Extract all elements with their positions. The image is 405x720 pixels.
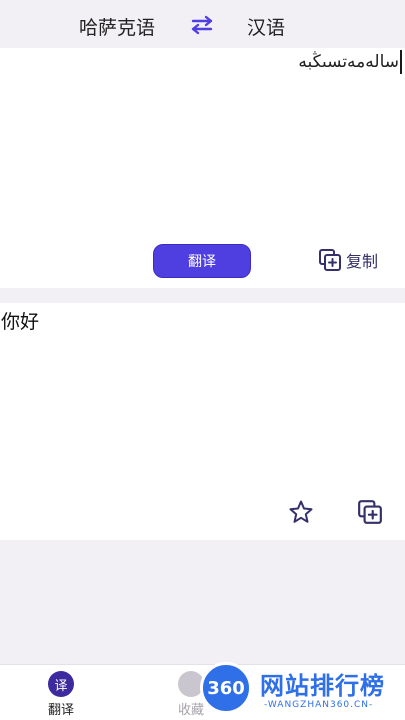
tab-favorites-label: 收藏: [178, 703, 205, 718]
source-language-label[interactable]: 哈萨克语: [79, 13, 155, 40]
source-text-panel[interactable]: سالەمەتسىڭبە 翻译 复制: [0, 48, 405, 288]
language-header: 哈萨克语 汉语: [0, 0, 405, 48]
copy-label: 复制: [346, 252, 379, 271]
favorites-tab-icon: [178, 671, 204, 697]
copy-icon: [319, 249, 341, 271]
translation-result-text: 你好: [1, 311, 40, 333]
translate-tab-icon: 译: [48, 671, 74, 697]
star-icon[interactable]: [288, 499, 314, 525]
swap-languages-icon[interactable]: [190, 14, 216, 36]
tab-translate-label: 翻译: [48, 703, 75, 718]
bottom-tab-bar: 译 翻译 收藏: [0, 664, 405, 720]
text-cursor: [400, 50, 402, 74]
tab-favorites[interactable]: 收藏: [178, 671, 204, 718]
copy-icon[interactable]: [357, 499, 383, 525]
translate-button[interactable]: 翻译: [153, 244, 251, 278]
translation-panel: 你好: [0, 303, 405, 540]
tab-translate[interactable]: 译 翻译: [48, 671, 74, 718]
source-text-input[interactable]: سالەمەتسىڭبە: [298, 52, 399, 72]
target-language-label[interactable]: 汉语: [247, 13, 285, 40]
copy-source-button[interactable]: 复制: [318, 248, 378, 272]
